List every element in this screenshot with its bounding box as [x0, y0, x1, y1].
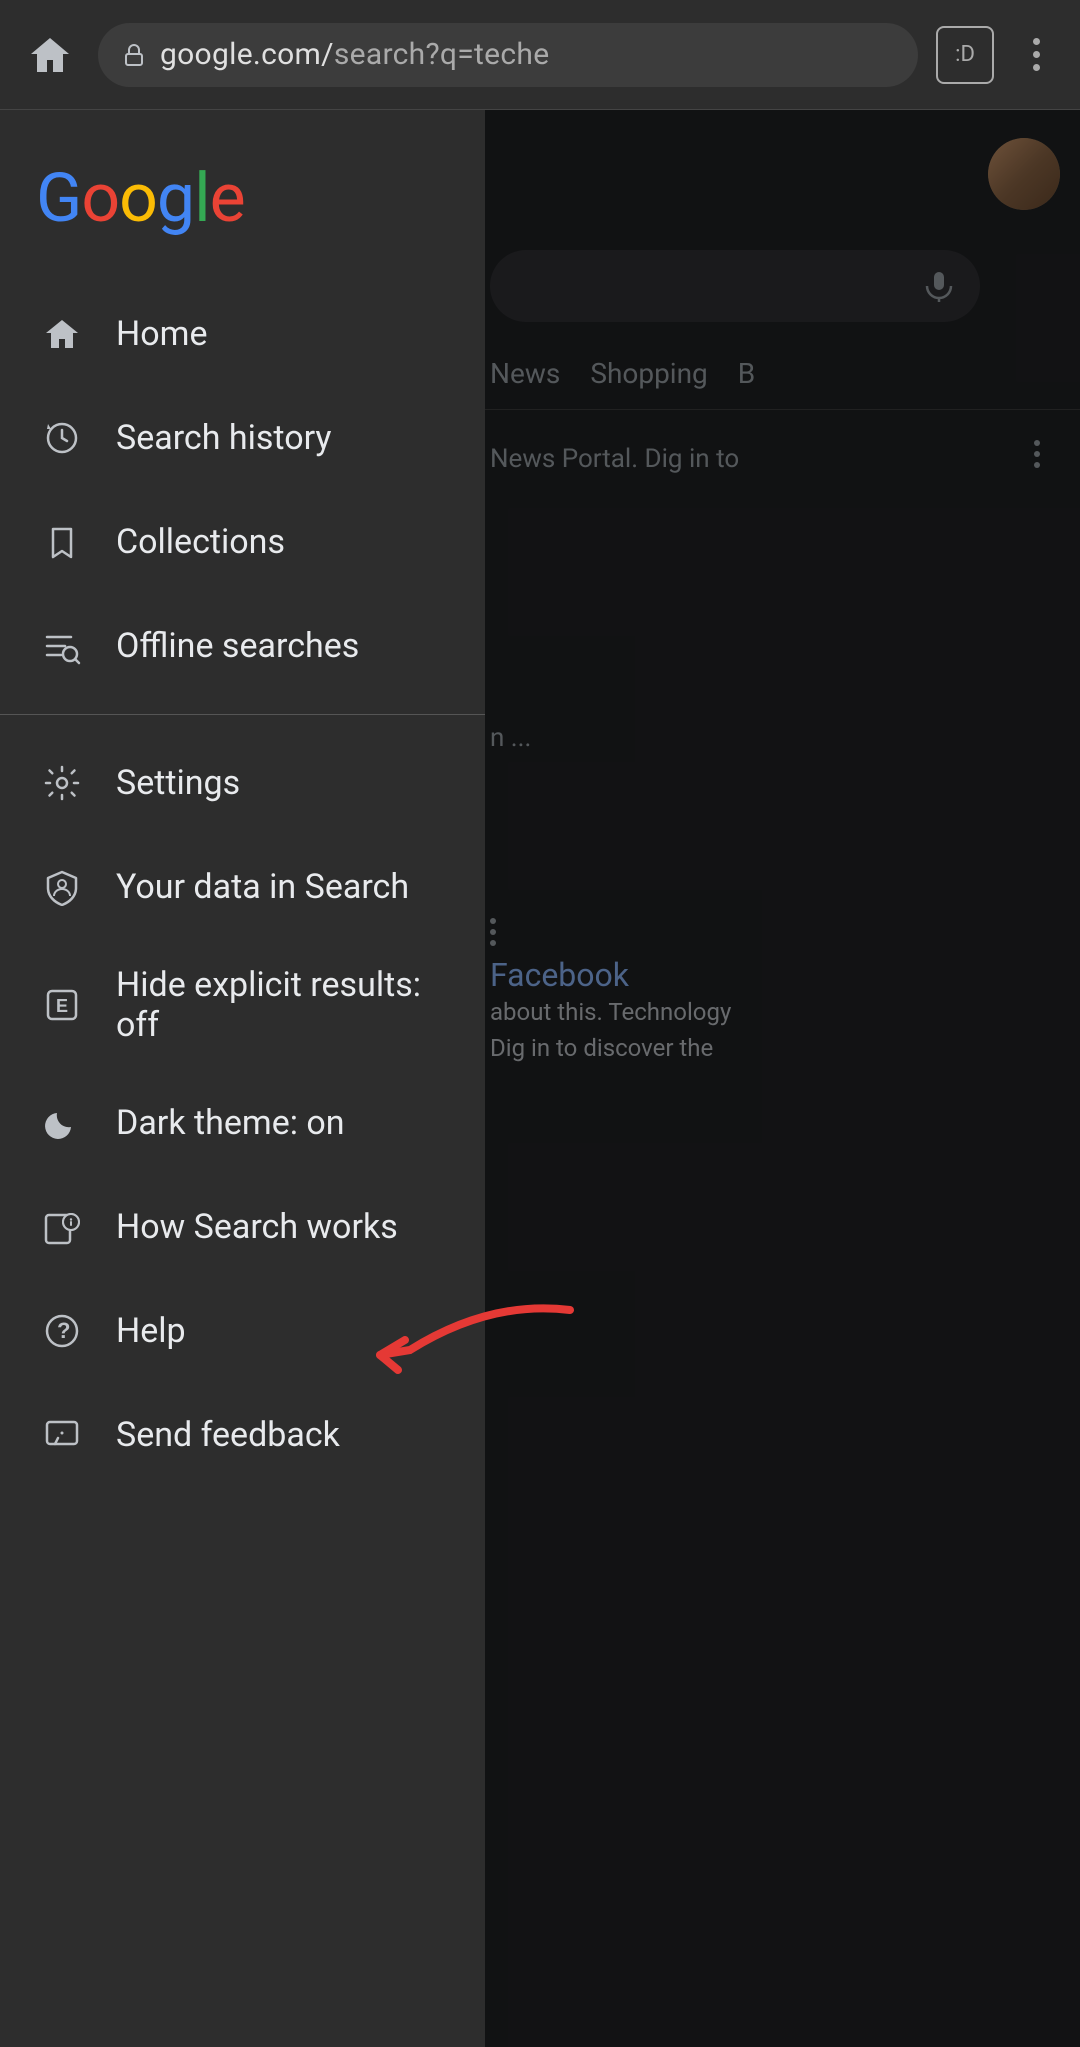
feedback-icon: [36, 1409, 88, 1461]
logo-o1: o: [81, 158, 119, 238]
dot: [1033, 38, 1040, 45]
settings-label: Settings: [116, 763, 240, 803]
send-feedback-label: Send feedback: [116, 1415, 340, 1455]
collections-label: Collections: [116, 522, 285, 562]
logo-e: e: [210, 158, 245, 238]
dot: [1033, 64, 1040, 71]
search-info-icon: [36, 1201, 88, 1253]
url-bar[interactable]: google.com/search?q=teche: [98, 23, 918, 87]
browser-home-button[interactable]: [20, 25, 80, 85]
offline-searches-label: Offline searches: [116, 626, 359, 666]
home-icon: [36, 308, 88, 360]
help-icon: ?: [36, 1305, 88, 1357]
menu-section-2: Settings Your data in Search E: [0, 723, 485, 1495]
dark-theme-label: Dark theme: on: [116, 1103, 345, 1143]
offline-search-icon: [36, 620, 88, 672]
gear-icon: [36, 757, 88, 809]
sidebar-item-help[interactable]: ? Help: [0, 1279, 485, 1383]
menu-divider-1: [0, 714, 485, 715]
sidebar-item-home[interactable]: Home: [0, 282, 485, 386]
browser-bar: google.com/search?q=teche :D: [0, 0, 1080, 110]
logo-g2: g: [157, 158, 194, 238]
google-logo: Google: [0, 110, 485, 274]
shield-person-icon: [36, 861, 88, 913]
hide-explicit-label: Hide explicit results: off: [116, 965, 449, 1045]
sidebar-item-settings[interactable]: Settings: [0, 731, 485, 835]
help-label: Help: [116, 1311, 186, 1351]
tab-switcher-button[interactable]: :D: [936, 26, 994, 84]
more-options-button[interactable]: [1012, 38, 1060, 71]
how-search-works-label: How Search works: [116, 1207, 398, 1247]
svg-text:E: E: [56, 996, 68, 1016]
lock-icon: [120, 41, 148, 69]
sidebar-item-how-search-works[interactable]: How Search works: [0, 1175, 485, 1279]
sidebar-item-hide-explicit[interactable]: E Hide explicit results: off: [0, 939, 485, 1071]
sidebar-drawer: Google Home: [0, 110, 485, 2047]
search-history-label: Search history: [116, 418, 332, 458]
bookmark-icon: [36, 516, 88, 568]
svg-text:?: ?: [57, 1318, 70, 1343]
overlay-dim[interactable]: [475, 110, 1080, 2047]
your-data-label: Your data in Search: [116, 867, 409, 907]
logo-g: G: [36, 158, 81, 238]
sidebar-item-search-history[interactable]: Search history: [0, 386, 485, 490]
logo-o2: o: [119, 158, 157, 238]
home-label: Home: [116, 314, 208, 354]
url-text: google.com/search?q=teche: [160, 37, 549, 72]
sidebar-item-offline-searches[interactable]: Offline searches: [0, 594, 485, 698]
main-content: News Shopping B News Portal. Dig in to n…: [0, 110, 1080, 2047]
moon-icon: [36, 1097, 88, 1149]
logo-text: Google: [36, 158, 245, 238]
sidebar-item-collections[interactable]: Collections: [0, 490, 485, 594]
dot: [1033, 51, 1040, 58]
menu-section-1: Home Search history: [0, 274, 485, 706]
sidebar-item-dark-theme[interactable]: Dark theme: on: [0, 1071, 485, 1175]
history-icon: [36, 412, 88, 464]
logo-l: l: [194, 158, 210, 238]
sidebar-item-send-feedback[interactable]: Send feedback: [0, 1383, 485, 1487]
explicit-icon: E: [36, 979, 88, 1031]
sidebar-item-your-data[interactable]: Your data in Search: [0, 835, 485, 939]
